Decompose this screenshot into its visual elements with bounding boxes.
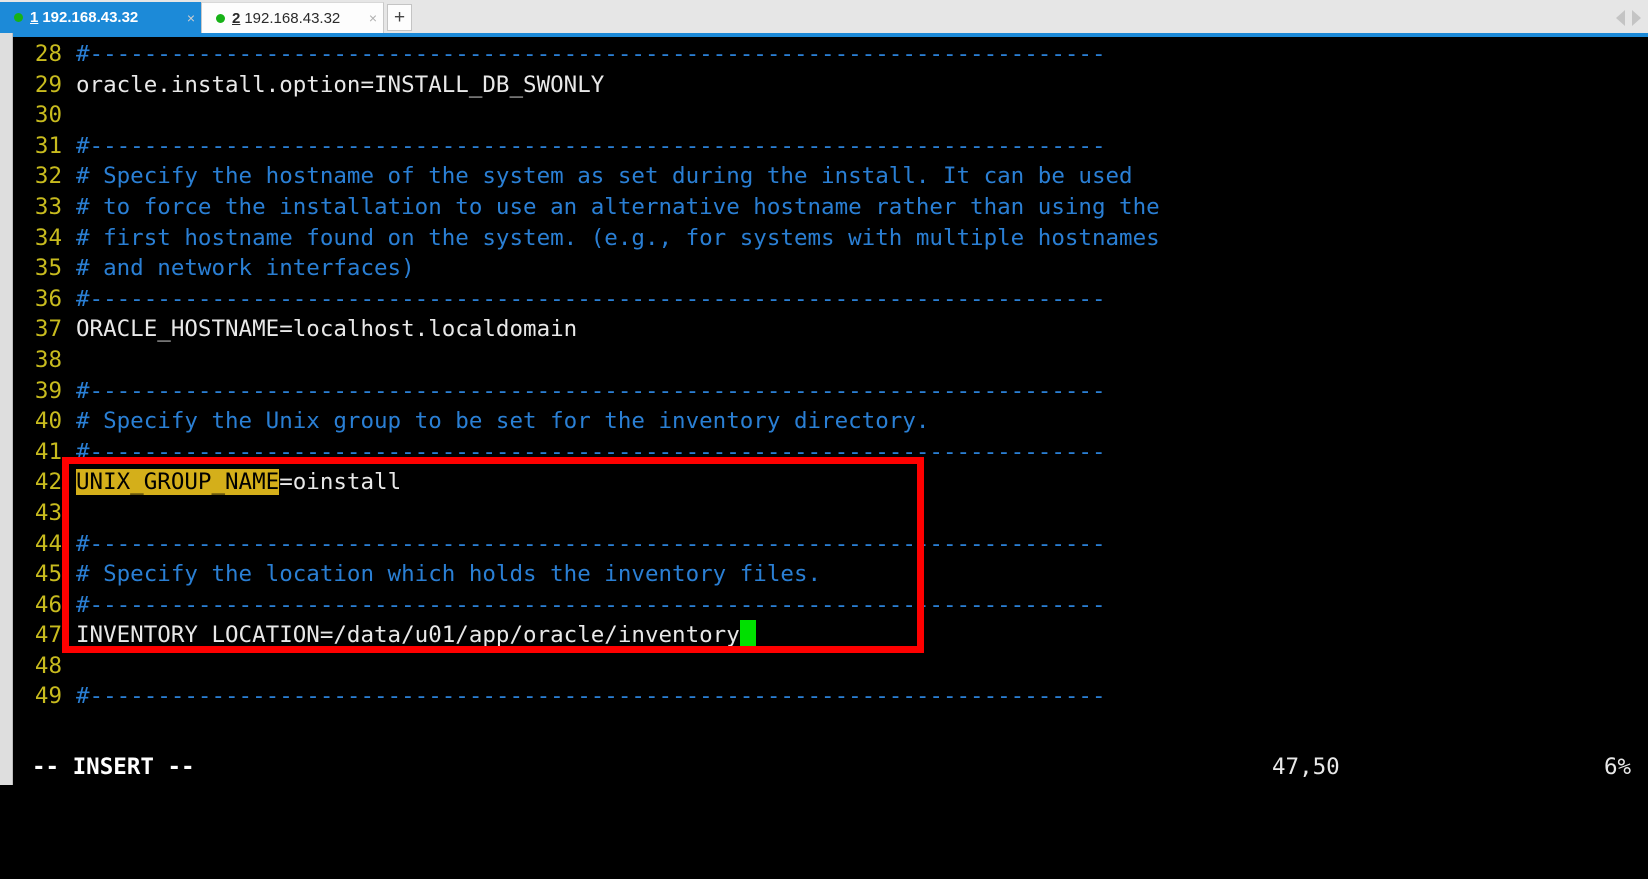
terminal-tab-1[interactable]: 1 192.168.43.32 × <box>0 2 201 33</box>
tab-2-close-icon[interactable]: × <box>359 10 377 26</box>
line-number: 30 <box>14 100 76 131</box>
line-number: 39 <box>14 376 76 407</box>
line-number: 45 <box>14 559 76 590</box>
tab-2-number: 2 <box>232 10 240 27</box>
comment-text: #---------------------------------------… <box>76 683 1106 709</box>
line-number: 48 <box>14 651 76 682</box>
comment-text: # Specify the hostname of the system as … <box>76 163 1133 189</box>
terminal-tab-2[interactable]: 2 192.168.43.32 × <box>201 2 384 33</box>
editor-line[interactable]: 41#-------------------------------------… <box>14 437 1648 468</box>
tab-bar: 1 192.168.43.32 × 2 192.168.43.32 × + <box>0 0 1648 33</box>
scroll-right-icon[interactable] <box>1632 10 1641 26</box>
line-number: 49 <box>14 681 76 712</box>
line-number: 43 <box>14 498 76 529</box>
line-number: 28 <box>14 39 76 70</box>
code-text: oracle.install.option=INSTALL_DB_SWONLY <box>76 72 604 98</box>
comment-text: #---------------------------------------… <box>76 531 1106 557</box>
cursor-position-indicator: 47,50 <box>1272 751 1340 783</box>
editor-line[interactable]: 43 <box>14 498 1648 529</box>
comment-text: #---------------------------------------… <box>76 378 1106 404</box>
code-text: INVENTORY_LOCATION=/data/u01/app/oracle/… <box>76 622 740 648</box>
comment-text: #---------------------------------------… <box>76 286 1106 312</box>
line-number: 44 <box>14 529 76 560</box>
editor-line[interactable]: 46#-------------------------------------… <box>14 590 1648 621</box>
line-number: 35 <box>14 253 76 284</box>
vim-buffer[interactable]: 28#-------------------------------------… <box>14 39 1648 712</box>
line-number: 31 <box>14 131 76 162</box>
line-number: 32 <box>14 161 76 192</box>
code-text: =oinstall <box>279 469 401 495</box>
editor-line[interactable]: 39#-------------------------------------… <box>14 376 1648 407</box>
connection-status-dot-icon <box>14 13 23 22</box>
tab-scroll-controls <box>1616 2 1648 33</box>
editor-line[interactable]: 48 <box>14 651 1648 682</box>
comment-text: # and network interfaces) <box>76 255 415 281</box>
comment-text: # to force the installation to use an al… <box>76 194 1160 220</box>
comment-text: # Specify the location which holds the i… <box>76 561 821 587</box>
editor-line[interactable]: 42UNIX_GROUP_NAME=oinstall <box>14 467 1648 498</box>
comment-text: # first hostname found on the system. (e… <box>76 225 1160 251</box>
editor-line[interactable]: 31#-------------------------------------… <box>14 131 1648 162</box>
line-number: 41 <box>14 437 76 468</box>
line-number: 38 <box>14 345 76 376</box>
line-number: 36 <box>14 284 76 315</box>
tab-1-host-label: 192.168.43.32 <box>42 9 138 26</box>
tab-1-number: 1 <box>30 9 38 26</box>
vim-mode-indicator: -- INSERT -- <box>32 751 195 783</box>
editor-line[interactable]: 35# and network interfaces) <box>14 253 1648 284</box>
editor-line[interactable]: 36#-------------------------------------… <box>14 284 1648 315</box>
comment-text: #---------------------------------------… <box>76 41 1106 67</box>
scroll-percent-indicator: 6% <box>1604 751 1631 783</box>
comment-text: #---------------------------------------… <box>76 133 1106 159</box>
editor-line[interactable]: 44#-------------------------------------… <box>14 529 1648 560</box>
new-tab-button[interactable]: + <box>387 4 412 31</box>
line-number: 46 <box>14 590 76 621</box>
window-left-gutter <box>0 33 13 797</box>
comment-text: # Specify the Unix group to be set for t… <box>76 408 929 434</box>
editor-line[interactable]: 38 <box>14 345 1648 376</box>
text-cursor <box>740 620 756 651</box>
window-bottom-strip <box>0 785 1648 797</box>
editor-line[interactable]: 32# Specify the hostname of the system a… <box>14 161 1648 192</box>
editor-line[interactable]: 40# Specify the Unix group to be set for… <box>14 406 1648 437</box>
editor-line[interactable]: 47INVENTORY_LOCATION=/data/u01/app/oracl… <box>14 620 1648 651</box>
tab-bar-spacer <box>412 2 1616 33</box>
editor-line[interactable]: 49#-------------------------------------… <box>14 681 1648 712</box>
line-number: 37 <box>14 314 76 345</box>
editor-line[interactable]: 34# first hostname found on the system. … <box>14 223 1648 254</box>
terminal-viewport[interactable]: 28#-------------------------------------… <box>14 37 1648 797</box>
search-highlight: UNIX_GROUP_NAME <box>76 469 279 495</box>
editor-line[interactable]: 37ORACLE_HOSTNAME=localhost.localdomain <box>14 314 1648 345</box>
vim-status-line: -- INSERT -- 47,50 6% <box>14 751 1648 783</box>
editor-line[interactable]: 45# Specify the location which holds the… <box>14 559 1648 590</box>
tab-1-close-icon[interactable]: × <box>177 10 195 26</box>
line-number: 47 <box>14 620 76 651</box>
line-number: 40 <box>14 406 76 437</box>
editor-line[interactable]: 28#-------------------------------------… <box>14 39 1648 70</box>
editor-line[interactable]: 29oracle.install.option=INSTALL_DB_SWONL… <box>14 70 1648 101</box>
comment-text: #---------------------------------------… <box>76 439 1106 465</box>
line-number: 34 <box>14 223 76 254</box>
line-number: 29 <box>14 70 76 101</box>
code-text: ORACLE_HOSTNAME=localhost.localdomain <box>76 316 577 342</box>
line-number: 42 <box>14 467 76 498</box>
tab-2-host-label: 192.168.43.32 <box>244 10 340 27</box>
connection-status-dot-icon <box>216 14 225 23</box>
editor-line[interactable]: 30 <box>14 100 1648 131</box>
comment-text: #---------------------------------------… <box>76 592 1106 618</box>
editor-line[interactable]: 33# to force the installation to use an … <box>14 192 1648 223</box>
scroll-left-icon[interactable] <box>1616 10 1625 26</box>
line-number: 33 <box>14 192 76 223</box>
